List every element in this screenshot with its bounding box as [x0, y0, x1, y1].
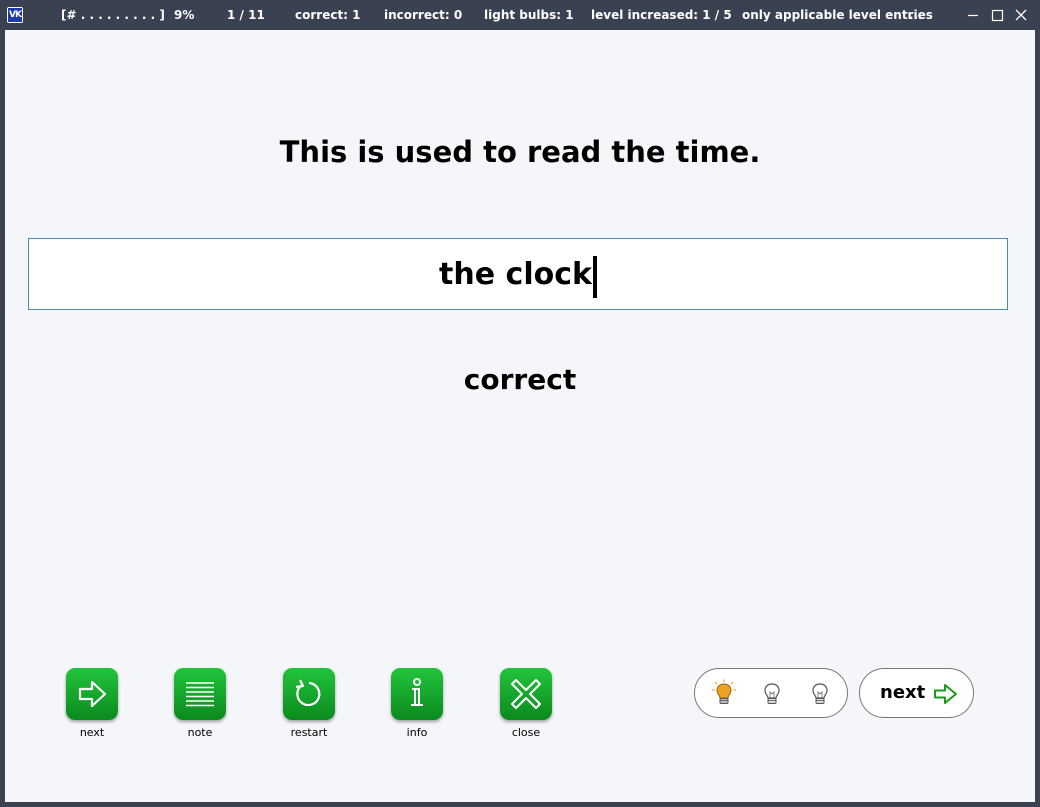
info-button[interactable]: [391, 668, 443, 720]
answer-input[interactable]: the clock: [28, 238, 1008, 310]
close-button[interactable]: [500, 668, 552, 720]
close-x-icon: [511, 679, 541, 709]
next-tool-button[interactable]: [66, 668, 118, 720]
light-bulbs-count: light bulbs: 1: [484, 8, 574, 22]
light-bulb-icon[interactable]: [806, 679, 834, 707]
minimize-icon: [968, 14, 978, 17]
card-position: 1 / 11: [227, 8, 265, 22]
incorrect-count: incorrect: 0: [384, 8, 463, 22]
progress-percent: 9%: [174, 8, 195, 22]
arrow-right-icon: [78, 680, 107, 708]
next-button[interactable]: next: [859, 668, 974, 718]
arrow-right-icon: [934, 684, 957, 704]
correct-count: correct: 1: [295, 8, 361, 22]
maximize-icon: [991, 9, 1004, 22]
flashcard-area: This is used to read the time. the clock…: [5, 30, 1035, 802]
light-bulb-icon[interactable]: [758, 679, 786, 707]
overflow-ellipsis: ...: [909, 8, 923, 22]
note-label: note: [187, 726, 213, 739]
minimize-button[interactable]: [963, 5, 983, 25]
lines-icon: [186, 682, 214, 707]
question-text: This is used to read the time.: [279, 135, 761, 169]
restart-label: restart: [290, 726, 328, 739]
note-tool: note: [174, 668, 226, 739]
progress-indicator: [# . . . . . . . . . ]: [61, 8, 165, 22]
info-label: info: [406, 726, 428, 739]
answer-text: the clock: [439, 257, 592, 292]
restart-button[interactable]: [283, 668, 335, 720]
mode-label: only applicable level entries: [742, 8, 933, 22]
maximize-button[interactable]: [987, 5, 1007, 25]
text-caret: [592, 255, 597, 298]
next-tool-label: next: [79, 726, 105, 739]
info-tool: info: [391, 668, 443, 739]
hint-bulbs: [694, 668, 848, 718]
next-button-label: next: [880, 682, 926, 703]
app-logo-icon[interactable]: VK: [7, 7, 23, 23]
note-button[interactable]: [174, 668, 226, 720]
level-increased-count: level increased: 1 / 5: [591, 8, 732, 22]
result-text: correct: [463, 363, 577, 396]
close-label: close: [511, 726, 541, 739]
close-tool: close: [500, 668, 552, 739]
restart-icon: [295, 679, 321, 707]
info-icon: [411, 678, 423, 706]
close-window-icon: [1015, 9, 1027, 21]
app-logo-text: VK: [8, 8, 22, 22]
next-tool: next: [66, 668, 118, 739]
close-window-button[interactable]: [1011, 5, 1031, 25]
restart-tool: restart: [283, 668, 335, 739]
title-bar: VK [# . . . . . . . . . ] 9% 1 / 11 corr…: [0, 0, 1040, 30]
light-bulb-icon-active[interactable]: [710, 679, 738, 707]
